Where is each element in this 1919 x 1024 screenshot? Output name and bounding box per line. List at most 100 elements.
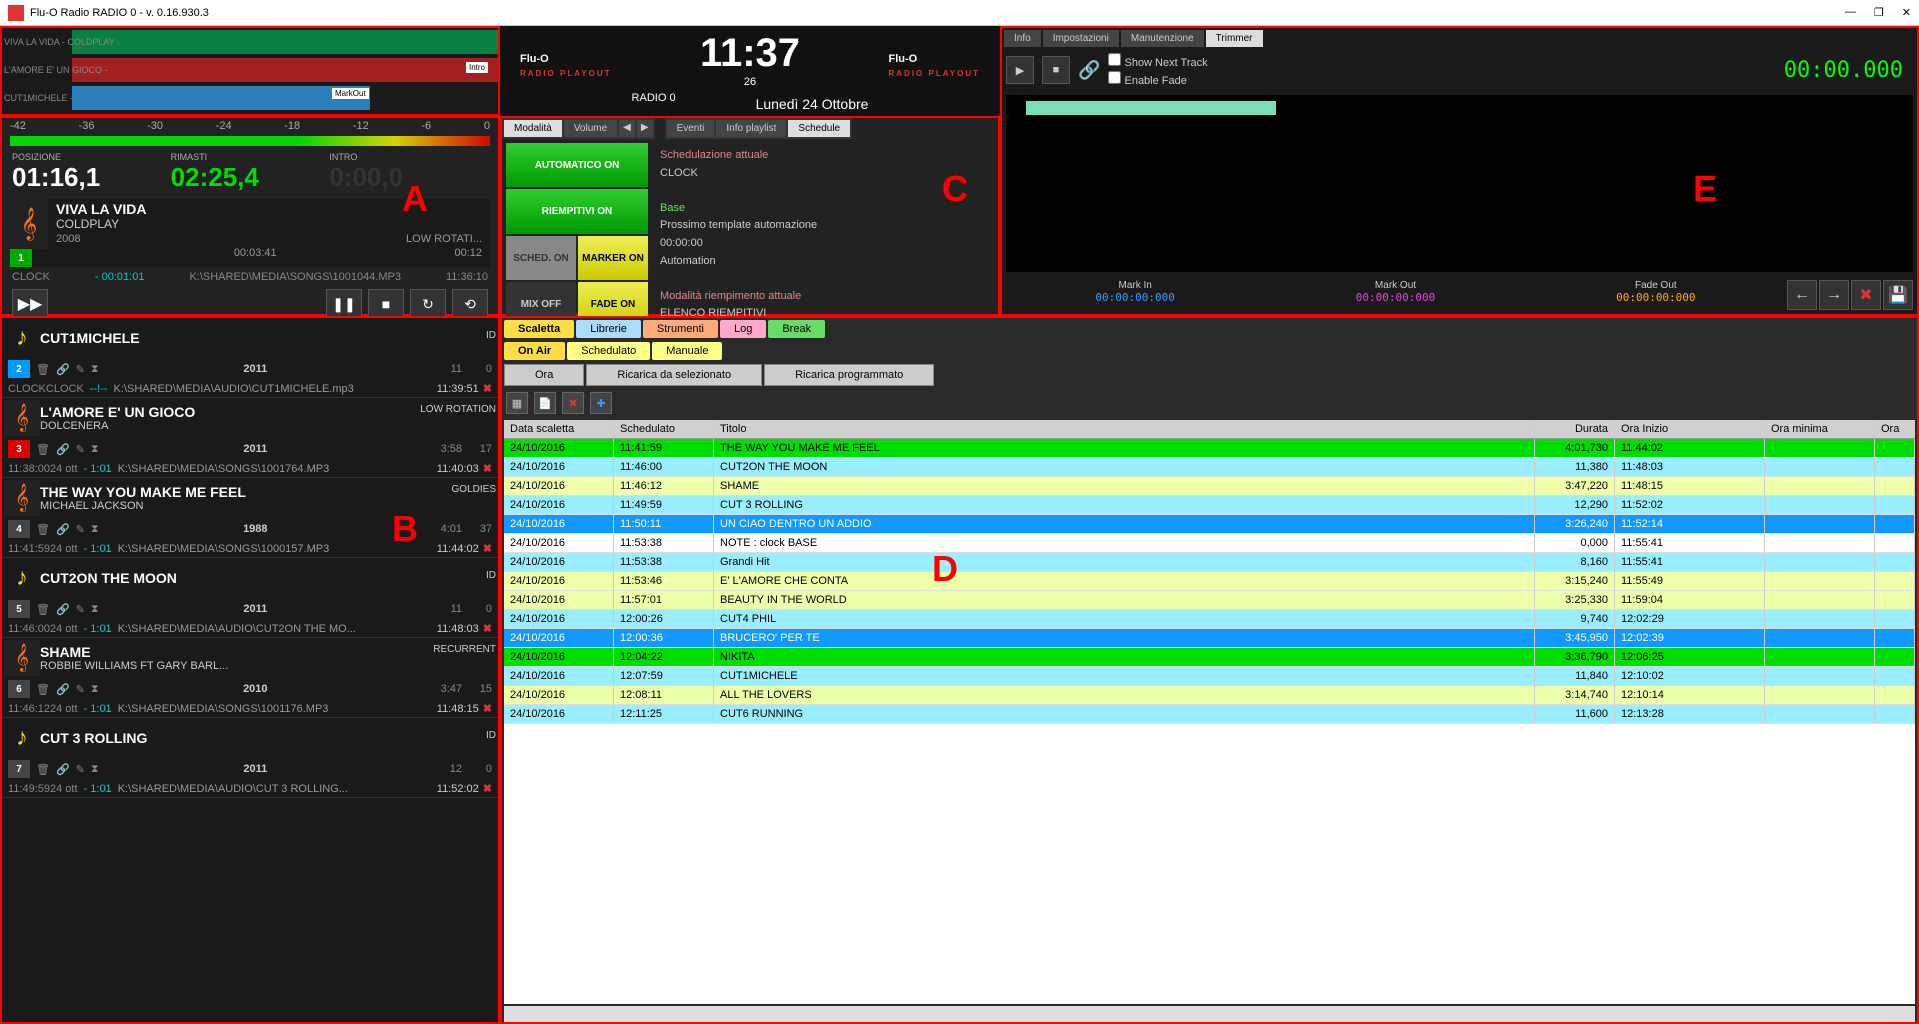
- minimize-button[interactable]: —: [1845, 6, 1856, 19]
- queue-item[interactable]: ♪ IDCUT 3 ROLLING 7 🗑🔗✎⧗ 2011120 11:49:5…: [2, 718, 498, 798]
- delete-icon[interactable]: 🗑: [36, 763, 50, 776]
- table-row[interactable]: 24/10/201611:53:46E' L'AMORE CHE CONTA3:…: [504, 572, 1915, 591]
- stop-button[interactable]: ■: [368, 289, 404, 319]
- tab-modalita[interactable]: Modalità: [504, 120, 562, 137]
- table-row[interactable]: 24/10/201612:04:22NIKITA3:36,79012:06:25: [504, 648, 1915, 667]
- play-button[interactable]: ▶▶: [12, 289, 48, 319]
- maximize-button[interactable]: ❐: [1874, 6, 1884, 19]
- table-row[interactable]: 24/10/201611:50:11UN CIAO DENTRO UN ADDI…: [504, 515, 1915, 534]
- enable-fade-checkbox[interactable]: Enable Fade: [1108, 71, 1207, 87]
- next-mark-button[interactable]: →: [1819, 280, 1849, 310]
- remove-icon[interactable]: ✖: [483, 542, 492, 555]
- action-button[interactable]: Ricarica programmato: [764, 364, 934, 386]
- remove-icon[interactable]: ✖: [483, 702, 492, 715]
- queue-item[interactable]: ♪ IDCUT2ON THE MOON 5 🗑🔗✎⧗ 2011110 11:46…: [2, 558, 498, 638]
- table-row[interactable]: 24/10/201612:00:36BRUCERO' PER TE3:45,95…: [504, 629, 1915, 648]
- hourglass-icon[interactable]: ⧗: [91, 683, 99, 696]
- tab-manutenzione[interactable]: Manutenzione: [1121, 30, 1204, 47]
- edit-icon[interactable]: ✎: [76, 763, 85, 776]
- tab-eventi[interactable]: Eventi: [667, 120, 715, 137]
- tab-schedule[interactable]: Schedule: [788, 120, 850, 137]
- action-button[interactable]: Ricarica da selezionato: [586, 364, 762, 386]
- action-button[interactable]: Ora: [504, 364, 584, 386]
- sched-button[interactable]: SCHED. ON: [506, 236, 576, 280]
- delete-icon[interactable]: 🗑: [36, 363, 50, 376]
- subtab-on-air[interactable]: On Air: [504, 342, 565, 360]
- subtab-schedulato[interactable]: Schedulato: [567, 342, 650, 360]
- queue-item[interactable]: 𝄞 LOW ROTATIONL'AMORE E' UN GIOCODOLCENE…: [2, 398, 498, 478]
- tab-break[interactable]: Break: [768, 320, 825, 338]
- close-button[interactable]: ✕: [1902, 6, 1911, 19]
- tab-scaletta[interactable]: Scaletta: [504, 320, 574, 338]
- tab-volume[interactable]: Volume: [564, 120, 617, 137]
- delete-icon[interactable]: 🗑: [36, 443, 50, 456]
- tab-next[interactable]: ▶: [637, 120, 653, 137]
- hourglass-icon[interactable]: ⧗: [91, 443, 99, 456]
- marker-button[interactable]: MARKER ON: [578, 236, 648, 280]
- reload-button[interactable]: ↻: [410, 289, 446, 319]
- table-row[interactable]: 24/10/201611:41:59THE WAY YOU MAKE ME FE…: [504, 439, 1915, 458]
- trimmer-waveform[interactable]: [1006, 95, 1913, 272]
- link-icon[interactable]: 🔗: [56, 763, 70, 776]
- hourglass-icon[interactable]: ⧗: [91, 763, 99, 776]
- trimmer-play-button[interactable]: ▶: [1006, 56, 1034, 84]
- table-row[interactable]: 24/10/201612:08:11ALL THE LOVERS3:14,740…: [504, 686, 1915, 705]
- prev-mark-button[interactable]: ←: [1787, 280, 1817, 310]
- remove-icon[interactable]: ✖: [483, 462, 492, 475]
- queue-item[interactable]: 𝄞 GOLDIESTHE WAY YOU MAKE ME FEELMICHAEL…: [2, 478, 498, 558]
- link-icon[interactable]: 🔗: [1078, 60, 1100, 81]
- table-row[interactable]: 24/10/201612:07:59CUT1MICHELE11,84012:10…: [504, 667, 1915, 686]
- table-row[interactable]: 24/10/201611:53:38NOTE : clock BASE0,000…: [504, 534, 1915, 553]
- tool-icon-1[interactable]: ▦: [506, 392, 528, 414]
- tool-icon-2[interactable]: 📄: [534, 392, 556, 414]
- delete-icon[interactable]: 🗑: [36, 603, 50, 616]
- tab-infoplaylist[interactable]: Info playlist: [716, 120, 786, 137]
- link-icon[interactable]: 🔗: [56, 683, 70, 696]
- edit-icon[interactable]: ✎: [76, 443, 85, 456]
- table-row[interactable]: 24/10/201612:11:25CUT6 RUNNING11,60012:1…: [504, 705, 1915, 724]
- hourglass-icon[interactable]: ⧗: [91, 523, 99, 536]
- tool-add-icon[interactable]: ✚: [590, 392, 612, 414]
- table-row[interactable]: 24/10/201611:46:00CUT2ON THE MOON11,3801…: [504, 458, 1915, 477]
- tab-info[interactable]: Info: [1004, 30, 1041, 47]
- edit-icon[interactable]: ✎: [76, 603, 85, 616]
- loop-button[interactable]: ⟲: [452, 289, 488, 319]
- tab-trimmer[interactable]: Trimmer: [1206, 30, 1263, 47]
- table-row[interactable]: 24/10/201611:53:38Grandi Hit8,16011:55:4…: [504, 553, 1915, 572]
- edit-icon[interactable]: ✎: [76, 523, 85, 536]
- delete-icon[interactable]: 🗑: [36, 683, 50, 696]
- riempitivi-button[interactable]: RIEMPITIVI ON: [506, 189, 648, 233]
- table-row[interactable]: 24/10/201611:46:12SHAME3:47,22011:48:15: [504, 477, 1915, 496]
- hourglass-icon[interactable]: ⧗: [91, 363, 99, 376]
- show-next-checkbox[interactable]: Show Next Track: [1108, 53, 1207, 69]
- hourglass-icon[interactable]: ⧗: [91, 603, 99, 616]
- remove-icon[interactable]: ✖: [483, 622, 492, 635]
- queue-item[interactable]: ♪ IDCUT1MICHELE 2 🗑🔗✎⧗ 2011110 CLOCK CLO…: [2, 318, 498, 398]
- tab-impostazioni[interactable]: Impostazioni: [1043, 30, 1119, 47]
- trimmer-stop-button[interactable]: ■: [1042, 56, 1070, 84]
- save-mark-button[interactable]: 💾: [1883, 280, 1913, 310]
- tab-prev[interactable]: ◀: [619, 120, 635, 137]
- table-row[interactable]: 24/10/201612:00:26CUT4 PHIL9,74012:02:29: [504, 610, 1915, 629]
- automatico-button[interactable]: AUTOMATICO ON: [506, 143, 648, 187]
- tab-log[interactable]: Log: [720, 320, 766, 338]
- link-icon[interactable]: 🔗: [56, 523, 70, 536]
- link-icon[interactable]: 🔗: [56, 603, 70, 616]
- tool-delete-icon[interactable]: ✖: [562, 392, 584, 414]
- edit-icon[interactable]: ✎: [76, 363, 85, 376]
- pause-button[interactable]: ❚❚: [326, 289, 362, 319]
- tab-strumenti[interactable]: Strumenti: [643, 320, 718, 338]
- link-icon[interactable]: 🔗: [56, 443, 70, 456]
- horizontal-scrollbar[interactable]: [504, 1006, 1915, 1022]
- tab-librerie[interactable]: Librerie: [576, 320, 641, 338]
- schedule-table[interactable]: Data scalettaSchedulatoTitoloDurataOra I…: [504, 420, 1915, 1004]
- link-icon[interactable]: 🔗: [56, 363, 70, 376]
- delete-mark-button[interactable]: ✖: [1851, 280, 1881, 310]
- edit-icon[interactable]: ✎: [76, 683, 85, 696]
- queue-item[interactable]: 𝄞 RECURRENTSHAMEROBBIE WILLIAMS FT GARY …: [2, 638, 498, 718]
- table-row[interactable]: 24/10/201611:49:59CUT 3 ROLLING12,29011:…: [504, 496, 1915, 515]
- delete-icon[interactable]: 🗑: [36, 523, 50, 536]
- remove-icon[interactable]: ✖: [483, 782, 492, 795]
- table-row[interactable]: 24/10/201611:57:01BEAUTY IN THE WORLD3:2…: [504, 591, 1915, 610]
- remove-icon[interactable]: ✖: [483, 382, 492, 395]
